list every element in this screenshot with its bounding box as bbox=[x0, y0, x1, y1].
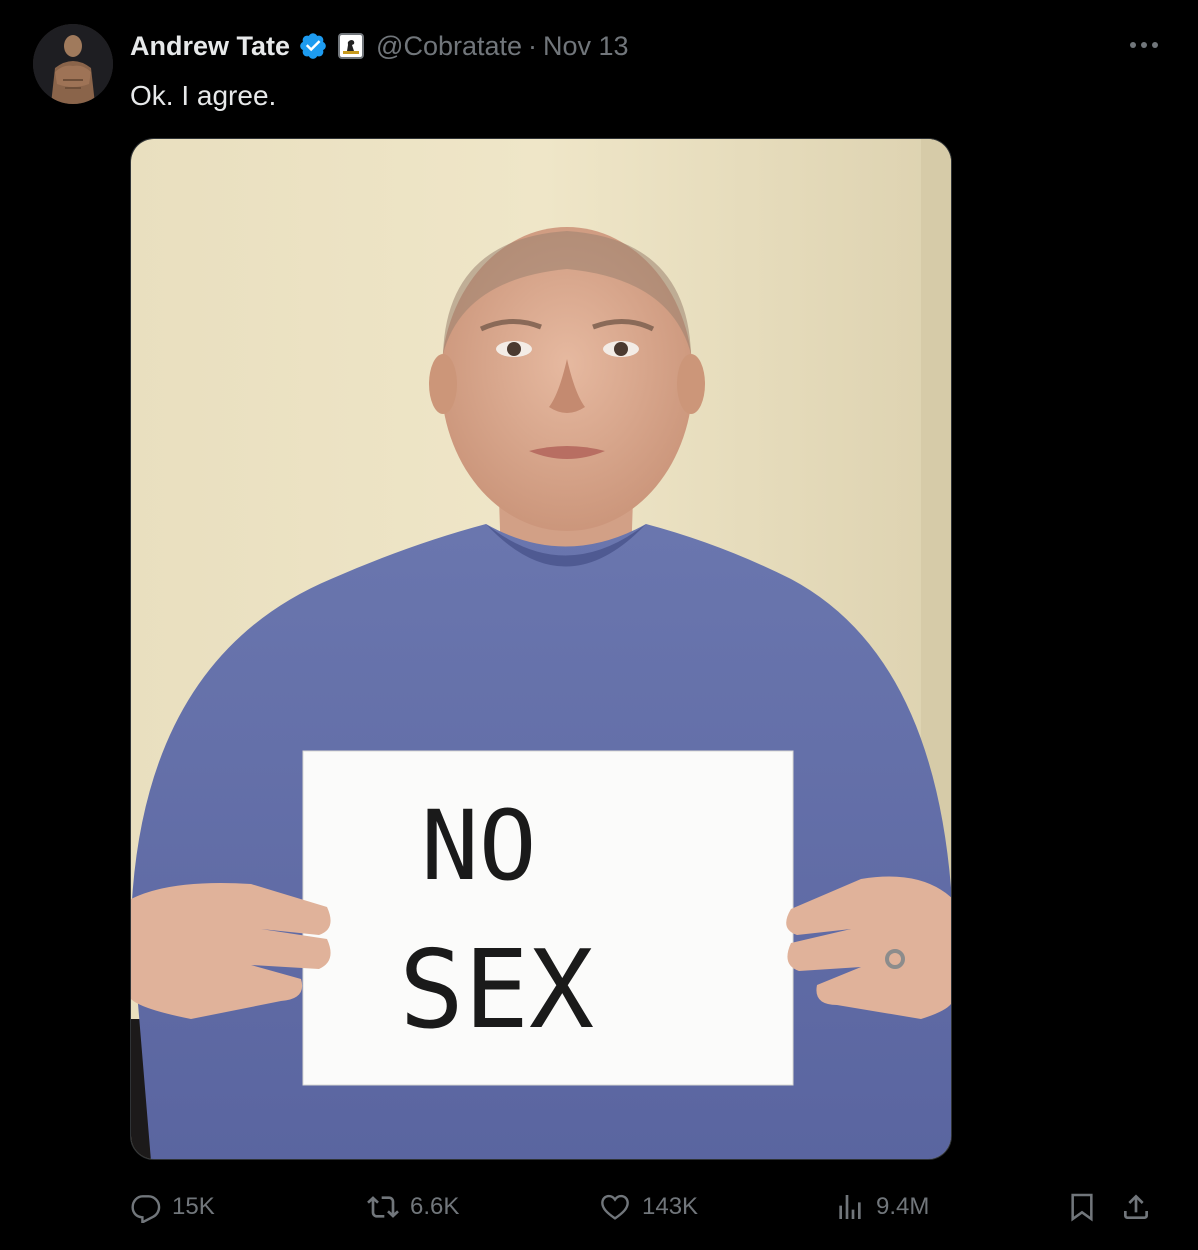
repost-count: 6.6K bbox=[410, 1193, 460, 1220]
sign-line-1: NO bbox=[421, 790, 537, 902]
header-separator: · bbox=[528, 30, 538, 61]
reply-button[interactable]: 15K bbox=[130, 1182, 215, 1232]
share-button[interactable] bbox=[1120, 1182, 1152, 1232]
tweet: Andrew Tate @Cobratate · Nov 13 Ok. I ag… bbox=[0, 0, 1198, 1250]
share-icon bbox=[1120, 1191, 1152, 1223]
photo-image: NO SEX bbox=[131, 139, 951, 1159]
tweet-text: Ok. I agree. bbox=[130, 80, 277, 111]
author-handle[interactable]: @Cobratate bbox=[376, 31, 522, 62]
author-display-name[interactable]: Andrew Tate bbox=[130, 31, 290, 62]
like-count: 143K bbox=[642, 1193, 699, 1220]
bookmark-button[interactable] bbox=[1066, 1182, 1098, 1232]
bookmark-icon bbox=[1066, 1191, 1098, 1223]
post-date[interactable]: Nov 13 bbox=[543, 31, 629, 62]
more-horizontal-icon[interactable] bbox=[1124, 28, 1164, 62]
views-icon bbox=[834, 1191, 866, 1223]
avatar-image bbox=[33, 24, 113, 104]
tweet-header: Andrew Tate @Cobratate · Nov 13 bbox=[130, 26, 629, 66]
verified-badge-icon[interactable] bbox=[298, 31, 328, 61]
repost-button[interactable]: 6.6K bbox=[366, 1182, 459, 1232]
views-button[interactable]: 9.4M bbox=[834, 1182, 929, 1232]
like-button[interactable]: 143K bbox=[598, 1182, 698, 1232]
reply-icon bbox=[130, 1191, 162, 1223]
repost-icon bbox=[366, 1191, 400, 1223]
author-avatar[interactable] bbox=[33, 24, 113, 104]
reply-count: 15K bbox=[172, 1193, 215, 1220]
tweet-actions: 15K 6.6K 143K 9.4M bbox=[130, 1182, 1170, 1232]
tweet-photo[interactable]: NO SEX bbox=[130, 138, 952, 1160]
affiliate-badge-icon[interactable] bbox=[338, 33, 365, 59]
views-count: 9.4M bbox=[876, 1193, 930, 1220]
sign-line-2: SEX bbox=[399, 928, 594, 1053]
heart-icon bbox=[598, 1191, 632, 1223]
